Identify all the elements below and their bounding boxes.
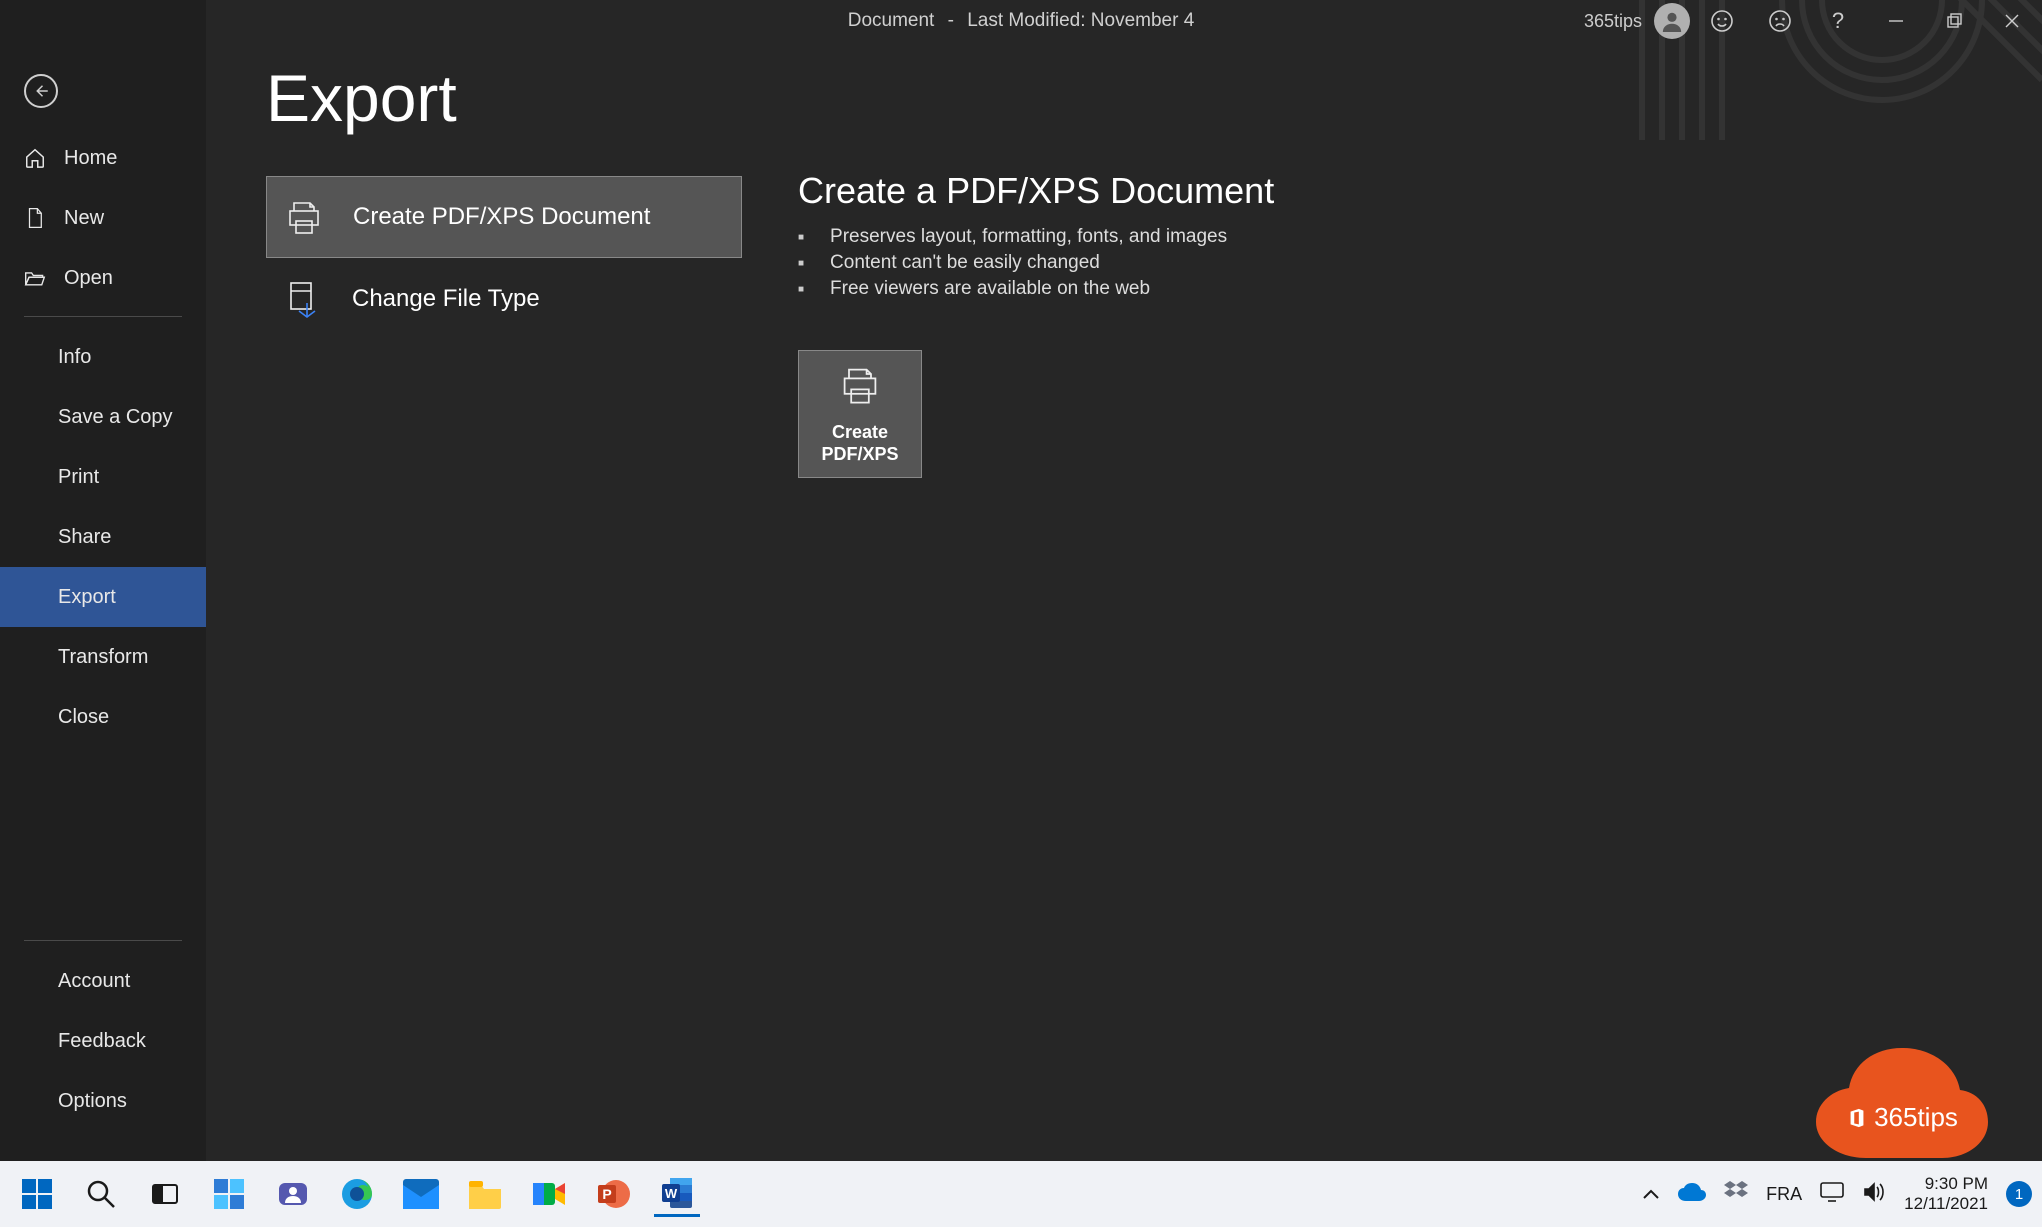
cast-icon[interactable] xyxy=(1820,1182,1844,1207)
brand-cloud-text: 365tips xyxy=(1874,1102,1958,1133)
sidebar-item-label: Share xyxy=(58,526,111,549)
change-filetype-icon xyxy=(282,278,324,320)
sidebar-item-close[interactable]: Close xyxy=(0,687,206,747)
sidebar-item-label: Transform xyxy=(58,646,148,669)
notification-badge[interactable]: 1 xyxy=(2006,1181,2032,1207)
start-button[interactable] xyxy=(14,1171,60,1217)
mail-icon[interactable] xyxy=(398,1171,444,1217)
option-label: Change File Type xyxy=(352,285,540,313)
tray-overflow-icon[interactable] xyxy=(1642,1184,1660,1205)
sidebar-item-options[interactable]: Options xyxy=(0,1071,206,1131)
task-view-icon[interactable] xyxy=(142,1171,188,1217)
detail-panel: Create a PDF/XPS Document Preserves layo… xyxy=(798,176,1274,478)
sidebar-item-label: New xyxy=(64,207,104,230)
export-option-pdfxps[interactable]: Create PDF/XPS Document xyxy=(266,176,742,258)
office-icon xyxy=(1846,1107,1868,1129)
edge-icon[interactable] xyxy=(334,1171,380,1217)
sidebar-item-label: Feedback xyxy=(58,1030,146,1053)
detail-title: Create a PDF/XPS Document xyxy=(798,170,1274,212)
search-icon[interactable] xyxy=(78,1171,124,1217)
clock[interactable]: 9:30 PM 12/11/2021 xyxy=(1904,1174,1988,1213)
printer-icon xyxy=(283,196,325,238)
widgets-icon[interactable] xyxy=(206,1171,252,1217)
detail-bullet: Content can't be easily changed xyxy=(798,252,1274,274)
sidebar-item-label: Options xyxy=(58,1090,127,1113)
sidebar-item-label: Print xyxy=(58,466,99,489)
printer-icon xyxy=(838,363,882,412)
svg-text:W: W xyxy=(665,1186,678,1201)
sidebar-item-save-copy[interactable]: Save a Copy xyxy=(0,387,206,447)
sidebar-item-transform[interactable]: Transform xyxy=(0,627,206,687)
sidebar-divider xyxy=(24,940,182,941)
sidebar-item-label: Open xyxy=(64,267,113,290)
export-option-change-type[interactable]: Change File Type xyxy=(266,258,742,340)
sidebar-item-print[interactable]: Print xyxy=(0,447,206,507)
main-panel: Export Create PDF/XPS Document Change Fi… xyxy=(206,0,2042,1161)
sidebar: Home New Open Info Save a Copy Print Sha… xyxy=(0,0,206,1161)
sidebar-item-export[interactable]: Export xyxy=(0,567,206,627)
powerpoint-icon[interactable]: P xyxy=(590,1171,636,1217)
explorer-icon[interactable] xyxy=(462,1171,508,1217)
detail-bullets: Preserves layout, formatting, fonts, and… xyxy=(798,226,1274,300)
page-title: Export xyxy=(266,60,1982,136)
meet-icon[interactable] xyxy=(526,1171,572,1217)
home-icon xyxy=(24,147,46,169)
word-icon[interactable]: W xyxy=(654,1171,700,1217)
taskbar: P W FRA 9:30 PM 12/11/2021 1 xyxy=(0,1161,2042,1227)
volume-icon[interactable] xyxy=(1862,1181,1886,1208)
sidebar-item-new[interactable]: New xyxy=(0,188,206,248)
sidebar-item-account[interactable]: Account xyxy=(0,951,206,1011)
sidebar-item-open[interactable]: Open xyxy=(0,248,206,308)
sidebar-divider xyxy=(24,316,182,317)
onedrive-icon[interactable] xyxy=(1678,1183,1706,1206)
big-button-label: Create PDF/XPS xyxy=(821,422,898,465)
sidebar-item-share[interactable]: Share xyxy=(0,507,206,567)
brand-cloud-badge[interactable]: 365tips xyxy=(1816,1048,1988,1163)
file-icon xyxy=(24,207,46,229)
sidebar-item-label: Home xyxy=(64,147,117,170)
svg-text:P: P xyxy=(602,1186,611,1202)
teams-icon[interactable] xyxy=(270,1171,316,1217)
sidebar-item-label: Save a Copy xyxy=(58,406,173,429)
sidebar-item-label: Info xyxy=(58,346,91,369)
sidebar-item-label: Account xyxy=(58,970,130,993)
option-label: Create PDF/XPS Document xyxy=(353,203,650,231)
export-option-list: Create PDF/XPS Document Change File Type xyxy=(266,176,742,478)
back-button[interactable] xyxy=(24,74,58,108)
sidebar-item-label: Close xyxy=(58,706,109,729)
folder-open-icon xyxy=(24,267,46,289)
sidebar-item-label: Export xyxy=(58,586,116,609)
create-pdfxps-button[interactable]: Create PDF/XPS xyxy=(798,350,922,478)
dropbox-icon[interactable] xyxy=(1724,1181,1748,1208)
sidebar-item-feedback[interactable]: Feedback xyxy=(0,1011,206,1071)
sidebar-item-home[interactable]: Home xyxy=(0,128,206,188)
detail-bullet: Preserves layout, formatting, fonts, and… xyxy=(798,226,1274,248)
language-indicator[interactable]: FRA xyxy=(1766,1184,1802,1205)
detail-bullet: Free viewers are available on the web xyxy=(798,278,1274,300)
sidebar-item-info[interactable]: Info xyxy=(0,327,206,387)
